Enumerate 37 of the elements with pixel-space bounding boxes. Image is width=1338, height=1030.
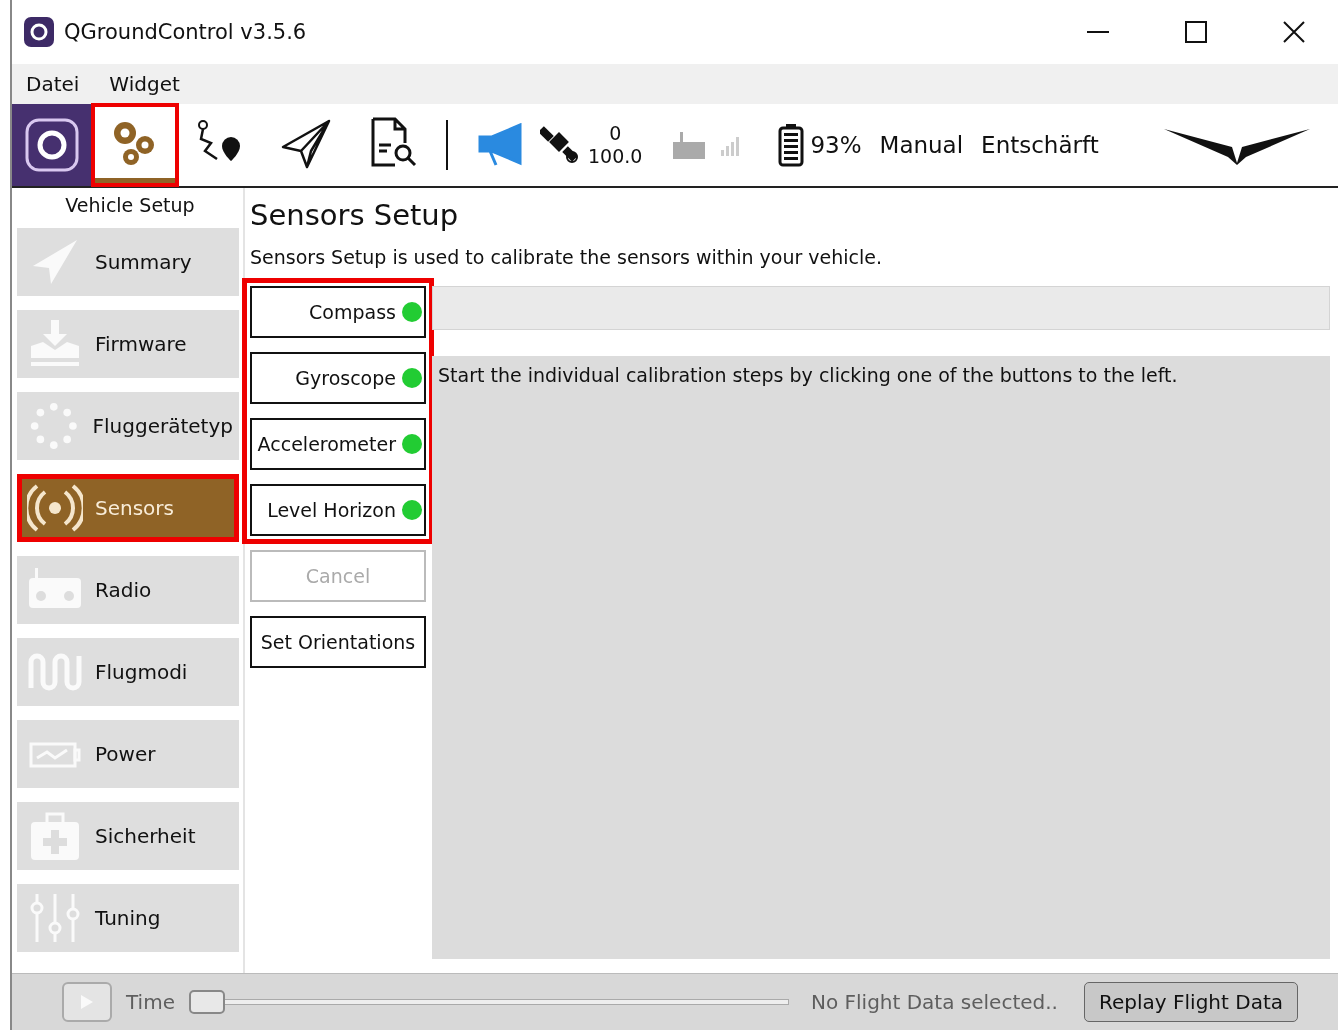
arm-status[interactable]: Entschärft — [981, 132, 1099, 158]
sidebar-item[interactable]: Power — [17, 720, 239, 788]
replay-status: No Flight Data selected.. — [810, 990, 1059, 1014]
sidebar-item[interactable]: Tuning — [17, 884, 239, 952]
rc-transmitter-icon — [672, 130, 707, 160]
calibration-button[interactable]: Compass — [250, 286, 426, 338]
time-slider[interactable] — [188, 990, 789, 1014]
maximize-icon — [1185, 21, 1207, 43]
sidebar-item[interactable]: Fluggerätetyp — [17, 392, 239, 460]
battery-icon — [778, 123, 805, 167]
set-orientations-button[interactable]: Set Orientations — [250, 616, 426, 668]
menu-item[interactable]: Widget — [99, 68, 190, 100]
minimize-icon — [1087, 31, 1109, 33]
time-label: Time — [126, 990, 175, 1014]
satellite-count: 0 — [609, 122, 622, 145]
calibration-button[interactable]: Level Horizon — [250, 484, 426, 536]
sidebar-item[interactable]: Radio — [17, 556, 239, 624]
page-title: Sensors Setup — [250, 198, 460, 232]
window-title: QGroundControl v3.5.6 — [64, 20, 308, 44]
instructions-text: Start the individual calibration steps by clicking one of the buttons to the left. — [432, 356, 1330, 959]
menu-item[interactable]: Datei — [16, 68, 90, 100]
app-icon — [24, 17, 54, 47]
sidebar-title: Vehicle Setup — [64, 194, 196, 216]
sidebar-item[interactable]: Firmware — [17, 310, 239, 378]
flight-mode[interactable]: Manual — [879, 132, 964, 158]
sidebar-item[interactable]: Summary — [17, 228, 239, 296]
hdop-value: 100.0 — [588, 145, 643, 168]
sidebar-item[interactable]: Sensors — [17, 474, 239, 542]
replay-button[interactable]: Replay Flight Data — [1084, 982, 1298, 1022]
battery-level: 93% — [810, 132, 862, 158]
page-description: Sensors Setup is used to calibrate the sensors within your vehicle. — [250, 246, 884, 268]
close-icon — [1283, 21, 1305, 43]
app-logo-button[interactable] — [12, 104, 92, 186]
sidebar-item[interactable]: Sicherheit — [17, 802, 239, 870]
calibration-button[interactable]: Gyroscope — [250, 352, 426, 404]
calibration-button[interactable]: Accelerometer — [250, 418, 426, 470]
sidebar-item[interactable]: Flugmodi — [17, 638, 239, 706]
